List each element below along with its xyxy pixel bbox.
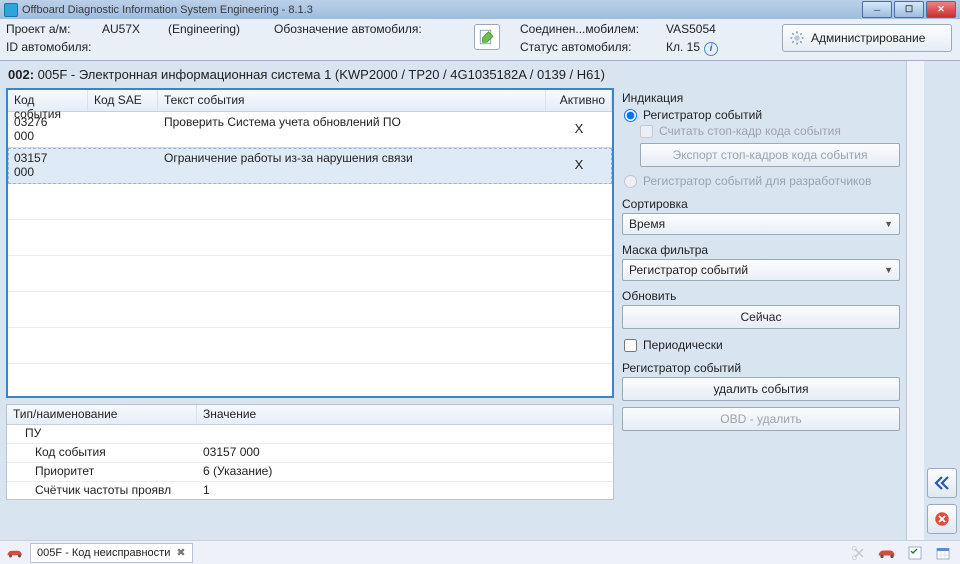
filter-mask-label: Маска фильтра — [622, 243, 900, 257]
event-log-section-label: Регистратор событий — [622, 361, 900, 375]
project-label: Проект а/м: — [6, 22, 96, 36]
event-row-empty — [8, 328, 612, 364]
event-text: Ограничение работы из-за нарушения связи — [158, 148, 546, 183]
detail-value: 6 (Указание) — [197, 463, 613, 481]
detail-value: 03157 000 — [197, 444, 613, 462]
detail-row[interactable]: Счётчик частоты проявл1 — [7, 482, 613, 500]
window-minimize-button[interactable]: ─ — [862, 1, 892, 18]
connection-label: Соединен...мобилем: — [520, 22, 660, 36]
app-icon — [4, 3, 18, 17]
gear-icon — [789, 30, 805, 46]
sort-label: Сортировка — [622, 197, 900, 211]
event-row[interactable]: 03157000 Ограничение работы из-за нарушен… — [8, 148, 612, 184]
radio-event-log[interactable]: Регистратор событий — [622, 107, 900, 123]
vertical-scrollbar[interactable] — [906, 61, 924, 540]
window-maximize-button[interactable]: ☐ — [894, 1, 924, 18]
ecu-title: 002: 005F - Электронная информационная с… — [6, 65, 614, 88]
event-sae — [88, 148, 158, 183]
export-freeze-frames-button: Экспорт стоп-кадров кода события — [640, 143, 900, 167]
event-code: 03157000 — [8, 148, 88, 183]
window-title: Offboard Diagnostic Information System E… — [22, 4, 313, 16]
col-sae[interactable]: Код SAE — [88, 90, 158, 111]
sort-select[interactable]: Время▼ — [622, 213, 900, 235]
col-code[interactable]: Код события — [8, 90, 88, 111]
chevron-down-icon: ▼ — [884, 265, 893, 275]
indication-label: Индикация — [622, 91, 900, 105]
event-table-header: Код события Код SAE Текст события Активн… — [8, 90, 612, 112]
event-active: X — [546, 112, 612, 147]
detail-row[interactable]: Код события03157 000 — [7, 444, 613, 463]
tab-fault-code[interactable]: 005F - Код неисправности ✖ — [30, 543, 193, 563]
event-active: X — [546, 148, 612, 183]
detail-value — [197, 425, 613, 443]
cancel-button[interactable] — [927, 504, 957, 534]
event-text: Проверить Система учета обновлений ПО — [158, 112, 546, 147]
event-sae — [88, 112, 158, 147]
cut-icon — [848, 544, 870, 562]
vehicle-id-label: ID автомобиля: — [6, 40, 96, 54]
event-table: Код события Код SAE Текст события Активн… — [6, 88, 614, 398]
back-button[interactable] — [927, 468, 957, 498]
radio-developer-log: Регистратор событий для разработчиков — [622, 173, 900, 189]
detail-name: ПУ — [7, 425, 197, 443]
dcol-value[interactable]: Значение — [197, 405, 613, 424]
checkbox-periodic[interactable]: Периодически — [622, 337, 900, 353]
double-arrow-left-icon — [933, 474, 951, 492]
checkbox-read-freeze-frame: Считать стоп-кадр кода события — [622, 123, 900, 139]
calendar-icon[interactable] — [932, 544, 954, 562]
car-red-icon[interactable] — [876, 544, 898, 562]
side-panel: Индикация Регистратор событий Считать ст… — [616, 61, 906, 540]
detail-table-header: Тип/наименование Значение — [7, 405, 613, 425]
filter-mask-select[interactable]: Регистратор событий▼ — [622, 259, 900, 281]
header-bar: Проект а/м: AU57X (Engineering) Обозначе… — [0, 19, 960, 61]
event-code: 03276000 — [8, 112, 88, 147]
administration-button[interactable]: Администрирование — [782, 24, 952, 52]
window-titlebar: Offboard Diagnostic Information System E… — [0, 0, 960, 19]
detail-name: Счётчик частоты проявл — [7, 482, 197, 500]
connection-value: VAS5054 — [666, 22, 746, 36]
event-row[interactable]: 03276000 Проверить Система учета обновлен… — [8, 112, 612, 148]
detail-name: Приоритет — [7, 463, 197, 481]
obd-delete-button: OBD - удалить — [622, 407, 900, 431]
info-icon[interactable]: i — [704, 42, 718, 56]
refresh-now-button[interactable]: Сейчас — [622, 305, 900, 329]
detail-row[interactable]: Приоритет6 (Указание) — [7, 463, 613, 482]
bottom-tab-bar: 005F - Код неисправности ✖ — [0, 540, 960, 564]
chevron-down-icon: ▼ — [884, 219, 893, 229]
project-value: AU57X — [102, 22, 162, 36]
car-icon — [6, 547, 24, 559]
col-text[interactable]: Текст события — [158, 90, 546, 111]
detail-value: 1 — [197, 482, 613, 500]
vehicle-desig-label: Обозначение автомобиля: — [274, 22, 444, 36]
vehicle-status-value: Кл. 15i — [666, 40, 746, 56]
dcol-name[interactable]: Тип/наименование — [7, 405, 197, 424]
document-edit-icon[interactable] — [474, 24, 500, 50]
event-row-empty — [8, 184, 612, 220]
vehicle-status-label: Статус автомобиля: — [520, 40, 660, 56]
checklist-icon[interactable] — [904, 544, 926, 562]
event-row-empty — [8, 220, 612, 256]
col-active[interactable]: Активно — [546, 90, 612, 111]
detail-name: Код события — [7, 444, 197, 462]
event-row-empty — [8, 292, 612, 328]
tab-close-icon[interactable]: ✖ — [176, 546, 185, 559]
delete-events-button[interactable]: удалить события — [622, 377, 900, 401]
project-mode: (Engineering) — [168, 22, 268, 36]
cancel-icon — [933, 510, 951, 528]
window-close-button[interactable]: ✕ — [926, 1, 956, 18]
event-row-empty — [8, 256, 612, 292]
detail-row[interactable]: ПУ — [7, 425, 613, 444]
refresh-label: Обновить — [622, 289, 900, 303]
detail-table: Тип/наименование Значение ПУКод события0… — [6, 404, 614, 500]
